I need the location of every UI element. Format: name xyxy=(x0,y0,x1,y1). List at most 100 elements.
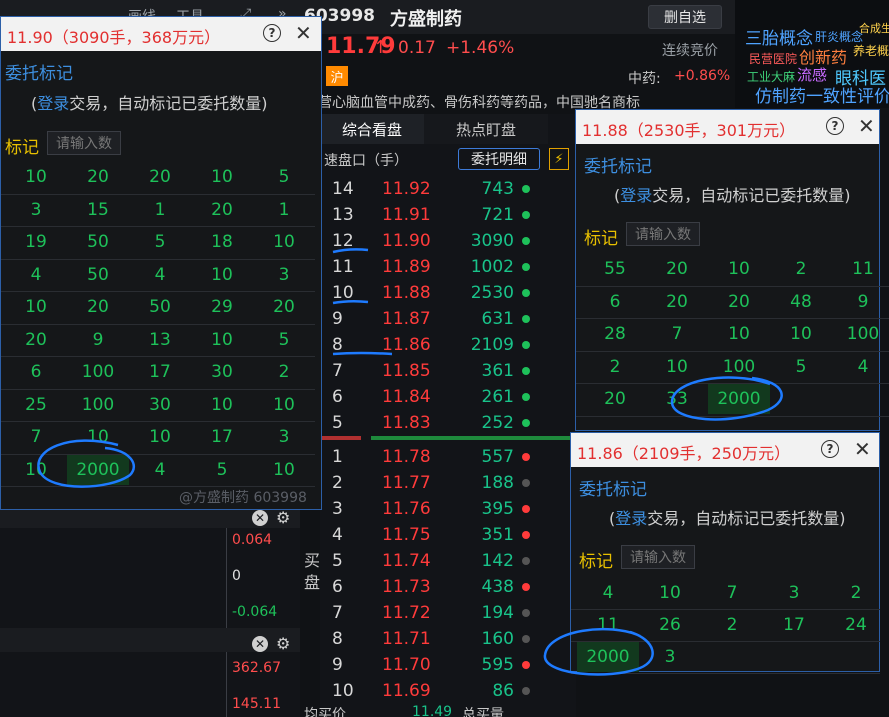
concept-tag[interactable]: 民营医院 xyxy=(749,50,797,67)
concept-tag[interactable]: 仿制药一致性评价 xyxy=(755,82,889,107)
mark-quantity-cell[interactable]: 11 xyxy=(832,259,889,279)
mark-quantity-cell[interactable]: 30 xyxy=(129,395,191,415)
mark-quantity-cell[interactable]: 18 xyxy=(191,232,253,252)
mark-quantity-cell[interactable]: 10 xyxy=(191,265,253,285)
mark-quantity-cell[interactable]: 20 xyxy=(67,167,129,187)
mark-quantity-cell[interactable]: 10 xyxy=(708,259,770,279)
order-book-row[interactable]: 2 11.77 188 xyxy=(320,470,576,496)
mark-quantity-cell[interactable]: 5 xyxy=(253,330,315,350)
sector-label[interactable]: 中药: xyxy=(628,68,661,88)
mark-quantity-cell[interactable]: 3 xyxy=(639,647,701,667)
mark-quantity-cell[interactable]: 10 xyxy=(5,167,67,187)
order-book-row[interactable]: 6 11.73 438 xyxy=(320,574,576,600)
login-link[interactable]: 登录 xyxy=(620,186,652,205)
mark-quantity-cell[interactable]: 2 xyxy=(584,357,646,377)
mark-quantity-cell[interactable]: 1 xyxy=(129,200,191,220)
order-book-row[interactable]: 12 11.90 3090 xyxy=(320,228,576,254)
mark-quantity-cell[interactable]: 9 xyxy=(832,292,889,312)
tab-hot-watch[interactable]: 热点盯盘 xyxy=(424,114,548,144)
mark-quantity-cell[interactable]: 10 xyxy=(253,460,315,480)
order-book-row[interactable]: 14 11.92 743 xyxy=(320,176,576,202)
mark-quantity-cell[interactable]: 10 xyxy=(708,324,770,344)
mark-quantity-cell[interactable]: 10 xyxy=(639,583,701,603)
mark-quantity-cell[interactable]: 3 xyxy=(5,200,67,220)
order-detail-button[interactable]: 委托明细 xyxy=(458,148,540,170)
order-book-row[interactable]: 7 11.72 194 xyxy=(320,600,576,626)
mark-quantity-cell[interactable]: 33 xyxy=(646,389,708,409)
close-icon[interactable]: ✕ xyxy=(252,636,268,652)
mark-quantity-cell[interactable]: 50 xyxy=(67,232,129,252)
mark-quantity-cell[interactable]: 30 xyxy=(191,362,253,382)
mark-quantity-cell[interactable]: 10 xyxy=(67,427,129,447)
order-book-row[interactable]: 8 11.71 160 xyxy=(320,626,576,652)
mark-quantity-cell[interactable]: 55 xyxy=(584,259,646,279)
mark-quantity-cell[interactable]: 1 xyxy=(253,200,315,220)
mark-quantity-cell[interactable]: 17 xyxy=(763,615,825,635)
mark-quantity-cell[interactable]: 20 xyxy=(5,330,67,350)
login-link[interactable]: 登录 xyxy=(615,509,647,528)
mark-quantity-cell[interactable]: 20 xyxy=(129,167,191,187)
order-book-row[interactable]: 11 11.89 1002 xyxy=(320,254,576,280)
mark-quantity-cell[interactable]: 20 xyxy=(646,259,708,279)
mark-quantity-cell[interactable]: 15 xyxy=(67,200,129,220)
mark-quantity-cell[interactable]: 4 xyxy=(5,265,67,285)
mark-quantity-cell[interactable]: 7 xyxy=(701,583,763,603)
mark-quantity-cell[interactable]: 20 xyxy=(708,292,770,312)
order-book-row[interactable]: 8 11.86 2109 xyxy=(320,332,576,358)
mark-quantity-cell[interactable]: 2 xyxy=(253,362,315,382)
order-book-row[interactable]: 10 11.88 2530 xyxy=(320,280,576,306)
order-book-row[interactable]: 4 11.75 351 xyxy=(320,522,576,548)
mark-quantity-cell[interactable]: 10 xyxy=(5,460,67,480)
mark-quantity-cell[interactable]: 4 xyxy=(129,265,191,285)
mark-quantity-cell[interactable]: 10 xyxy=(191,330,253,350)
mark-quantity-cell[interactable]: 100 xyxy=(67,395,129,415)
mark-quantity-cell[interactable]: 20 xyxy=(584,389,646,409)
close-icon[interactable]: ✕ xyxy=(854,437,871,461)
order-book-row[interactable]: 7 11.85 361 xyxy=(320,358,576,384)
mark-quantity-cell[interactable]: 3 xyxy=(253,427,315,447)
mark-quantity-cell[interactable]: 17 xyxy=(191,427,253,447)
mark-quantity-cell[interactable]: 10 xyxy=(5,297,67,317)
mark-quantity-cell[interactable]: 20 xyxy=(67,297,129,317)
mark-quantity-cell[interactable]: 29 xyxy=(191,297,253,317)
remove-watchlist-button[interactable]: 删自选 xyxy=(648,5,722,29)
mark-quantity-cell[interactable]: 10 xyxy=(191,167,253,187)
mark-quantity-cell[interactable]: 20 xyxy=(646,292,708,312)
mark-quantity-cell[interactable]: 2000 xyxy=(708,384,770,414)
concept-tag[interactable]: 合成生 xyxy=(859,20,889,36)
mark-quantity-cell[interactable]: 10 xyxy=(191,395,253,415)
mark-quantity-cell[interactable]: 19 xyxy=(5,232,67,252)
mark-quantity-cell[interactable]: 50 xyxy=(129,297,191,317)
order-book-row[interactable]: 5 11.74 142 xyxy=(320,548,576,574)
mark-quantity-input[interactable]: 请输入数 xyxy=(621,545,695,569)
concept-word-cloud[interactable]: 三胎概念 肝炎概念 合成生 民营医院 创新药 养老概 工业大麻 流感 眼科医 仿… xyxy=(735,0,889,108)
mark-quantity-cell[interactable]: 9 xyxy=(67,330,129,350)
order-book-row[interactable]: 13 11.91 721 xyxy=(320,202,576,228)
mark-quantity-cell[interactable]: 50 xyxy=(67,265,129,285)
order-book-row[interactable]: 3 11.76 395 xyxy=(320,496,576,522)
mark-quantity-cell[interactable]: 5 xyxy=(129,232,191,252)
order-book-row[interactable]: 9 11.70 595 xyxy=(320,652,576,678)
mark-quantity-input[interactable]: 请输入数 xyxy=(47,131,121,155)
mark-quantity-cell[interactable]: 2 xyxy=(770,259,832,279)
order-mark-popup[interactable]: 11.86（2109手，250万元） ? ✕ 委托标记 (登录交易，自动标记已委… xyxy=(570,432,887,674)
order-book-row[interactable]: 6 11.84 261 xyxy=(320,384,576,410)
mark-quantity-cell[interactable]: 20 xyxy=(191,200,253,220)
order-book-row[interactable]: 9 11.87 631 xyxy=(320,306,576,332)
lightning-icon[interactable]: ⚡ xyxy=(549,148,569,170)
mark-quantity-cell[interactable]: 10 xyxy=(646,357,708,377)
order-mark-popup[interactable]: 11.90（3090手，368万元） ? ✕ 委托标记 (登录交易，自动标记已委… xyxy=(0,16,322,510)
mark-quantity-cell[interactable]: 11 xyxy=(577,615,639,635)
mark-quantity-cell[interactable]: 3 xyxy=(763,583,825,603)
mark-quantity-cell[interactable]: 4 xyxy=(832,357,889,377)
mark-quantity-cell[interactable]: 48 xyxy=(770,292,832,312)
mark-quantity-cell[interactable]: 10 xyxy=(253,395,315,415)
mark-quantity-cell[interactable]: 5 xyxy=(253,167,315,187)
mark-quantity-cell[interactable]: 13 xyxy=(129,330,191,350)
mark-quantity-cell[interactable]: 2 xyxy=(701,615,763,635)
mark-quantity-cell[interactable]: 17 xyxy=(129,362,191,382)
mark-quantity-cell[interactable]: 6 xyxy=(584,292,646,312)
mark-quantity-cell[interactable]: 28 xyxy=(584,324,646,344)
mark-quantity-cell[interactable]: 10 xyxy=(253,232,315,252)
mark-quantity-cell[interactable]: 4 xyxy=(577,583,639,603)
